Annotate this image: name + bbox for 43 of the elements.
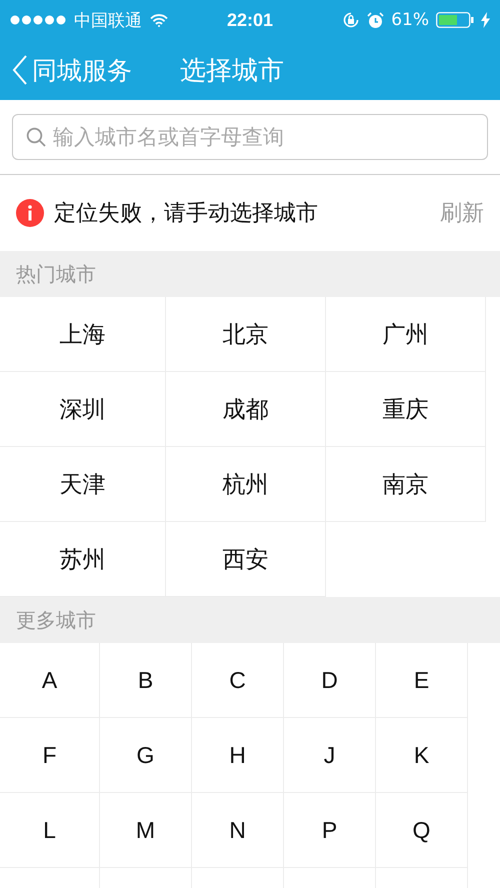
city-button[interactable]: 成都 bbox=[166, 372, 326, 447]
error-icon bbox=[16, 199, 44, 227]
letter-button[interactable]: H bbox=[192, 718, 284, 793]
city-button[interactable]: 深圳 bbox=[0, 372, 166, 447]
letter-button[interactable]: P bbox=[284, 793, 376, 868]
status-time: 22:01 bbox=[226, 10, 274, 30]
rotation-lock-icon bbox=[342, 11, 360, 29]
city-button[interactable]: 北京 bbox=[166, 297, 326, 372]
wifi-icon bbox=[150, 14, 168, 26]
city-button[interactable]: 广州 bbox=[326, 297, 486, 372]
letter-button[interactable]: L bbox=[0, 793, 100, 868]
battery-percent: 61% bbox=[391, 10, 430, 30]
chevron-left-icon bbox=[12, 54, 28, 86]
city-button[interactable]: 西安 bbox=[166, 522, 326, 597]
letter-button[interactable]: J bbox=[284, 718, 376, 793]
page-title: 选择城市 bbox=[180, 54, 284, 88]
charging-icon bbox=[481, 12, 490, 28]
letter-button[interactable]: M bbox=[100, 793, 192, 868]
letter-button[interactable]: D bbox=[284, 643, 376, 718]
letter-button[interactable]: Q bbox=[376, 793, 468, 868]
city-button[interactable]: 重庆 bbox=[326, 372, 486, 447]
carrier-name: 中国联通 bbox=[74, 10, 142, 32]
letter-button[interactable]: C bbox=[192, 643, 284, 718]
section-title: 热门城市 bbox=[16, 260, 96, 288]
city-button[interactable]: 杭州 bbox=[166, 447, 326, 522]
city-button[interactable]: 上海 bbox=[0, 297, 166, 372]
battery-icon bbox=[436, 12, 474, 28]
letter-button[interactable]: E bbox=[376, 643, 468, 718]
section-title: 更多城市 bbox=[16, 606, 96, 634]
location-failed-message: 定位失败，请手动选择城市 bbox=[54, 200, 319, 228]
letter-button[interactable]: N bbox=[192, 793, 284, 868]
signal-icon bbox=[10, 15, 66, 25]
letter-button[interactable]: K bbox=[376, 718, 468, 793]
search-icon bbox=[26, 127, 46, 147]
search-field[interactable]: 输入城市名或首字母查询 bbox=[12, 114, 488, 160]
letter-button[interactable]: A bbox=[0, 643, 100, 718]
letter-button[interactable]: F bbox=[0, 718, 100, 793]
city-button[interactable]: 南京 bbox=[326, 447, 486, 522]
city-button[interactable]: 苏州 bbox=[0, 522, 166, 597]
alarm-icon bbox=[367, 12, 384, 28]
letter-button[interactable]: G bbox=[100, 718, 192, 793]
letter-button[interactable]: B bbox=[100, 643, 192, 718]
city-button[interactable]: 天津 bbox=[0, 447, 166, 522]
